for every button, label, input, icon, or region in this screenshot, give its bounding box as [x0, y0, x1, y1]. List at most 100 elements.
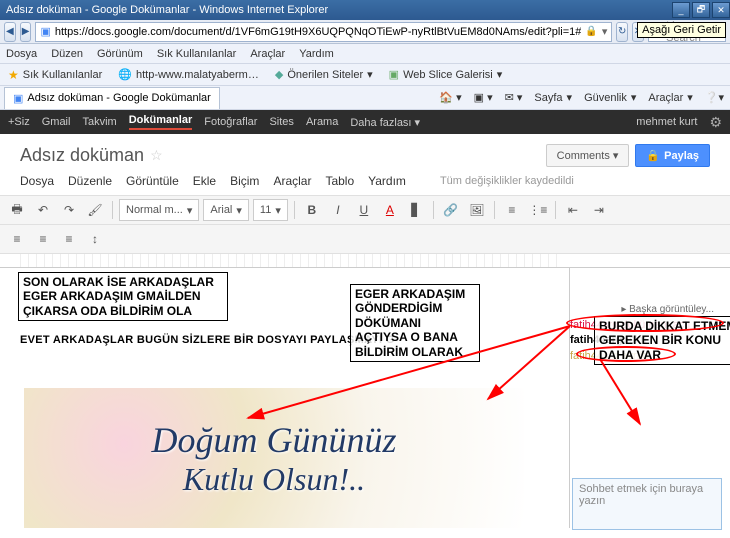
align-right-button[interactable]: ≡	[58, 228, 80, 250]
document-canvas[interactable]: EVET ARKADAŞLAR BUGÜN SİZLERE BİR DOSYAY…	[0, 268, 570, 528]
ie-menu-view[interactable]: Görünüm	[97, 48, 143, 60]
underline-button[interactable]: U	[353, 199, 375, 221]
share-button[interactable]: 🔒Paylaş	[635, 144, 710, 167]
gbar-plus[interactable]: +Siz	[8, 116, 30, 128]
ie-menu-favorites[interactable]: Sık Kullanılanlar	[157, 48, 237, 60]
redo-button[interactable]: ↷	[58, 199, 80, 221]
text-color-button[interactable]: A	[379, 199, 401, 221]
ie-menu-edit[interactable]: Düzen	[51, 48, 83, 60]
chat-input[interactable]: Sohbet etmek için buraya yazın	[572, 478, 722, 530]
formatting-toolbar-2: ≡ ≡ ≡ ↕	[0, 225, 730, 254]
restore-button[interactable]: 🗗	[692, 2, 710, 18]
style-select[interactable]: Normal m... ▾	[119, 199, 199, 221]
menu-view[interactable]: Görüntüle	[126, 174, 179, 188]
formatting-toolbar: 🖶 ↶ ↷ 🖌 Normal m... ▾ Arial ▾ 11 ▾ B I U…	[0, 195, 730, 225]
tools-menu[interactable]: Araçlar ▾	[642, 91, 698, 104]
link-button[interactable]: 🔗	[440, 199, 462, 221]
feeds-button[interactable]: ▣ ▾	[468, 91, 499, 104]
google-favicon: ▣	[40, 25, 50, 38]
menu-insert[interactable]: Ekle	[193, 174, 216, 188]
comments-button[interactable]: Comments ▾	[546, 144, 630, 167]
star-icon: ★	[8, 68, 19, 82]
image-button[interactable]: 🖼	[466, 199, 488, 221]
bold-button[interactable]: B	[301, 199, 323, 221]
align-left-button[interactable]: ≡	[6, 228, 28, 250]
gbar-more[interactable]: Daha fazlası ▾	[350, 116, 420, 129]
line-spacing-button[interactable]: ↕	[84, 228, 106, 250]
close-button[interactable]: ✕	[712, 2, 730, 18]
outdent-button[interactable]: ⇤	[562, 199, 584, 221]
ie-menu-file[interactable]: Dosya	[6, 48, 37, 60]
fav-site-1[interactable]: 🌐http-www.malatyaberm…	[114, 66, 263, 83]
page-menu[interactable]: Sayfa ▾	[528, 91, 578, 104]
restore-tooltip: Aşağı Geri Getir	[637, 22, 726, 38]
tab-title: Adsız doküman - Google Dokümanlar	[27, 92, 210, 104]
annotation-box-2: EGER ARKADAŞIM GÖNDERDİGİM DÖKÜMANI AÇTI…	[350, 284, 480, 362]
menu-edit[interactable]: Düzenle	[68, 174, 112, 188]
star-outline-icon[interactable]: ☆	[150, 147, 163, 164]
window-title: Adsız doküman - Google Dokümanlar - Wind…	[6, 4, 328, 16]
doc-header: Adsız doküman ☆ Comments ▾ 🔒Paylaş	[0, 134, 730, 171]
site-icon: 🌐	[118, 68, 132, 81]
gbar-documents[interactable]: Dokümanlar	[129, 114, 193, 130]
dropdown-icon[interactable]: ▾	[602, 25, 608, 38]
annotation-ellipse-1	[566, 314, 724, 332]
browser-tab[interactable]: ▣ Adsız doküman - Google Dokümanlar	[4, 87, 220, 109]
highlight-button[interactable]: ▋	[405, 199, 427, 221]
paint-format-button[interactable]: 🖌	[84, 199, 106, 221]
favorites-button[interactable]: ★Sık Kullanılanlar	[4, 66, 106, 84]
print-button[interactable]: 🖶	[6, 199, 28, 221]
tab-strip: ▣ Adsız doküman - Google Dokümanlar 🏠 ▾ …	[0, 86, 730, 110]
web-slice-gallery[interactable]: ▣Web Slice Galerisi ▾	[385, 66, 507, 83]
gbar-calendar[interactable]: Takvim	[82, 116, 116, 128]
safety-menu[interactable]: Güvenlik ▾	[578, 91, 642, 104]
save-status: Tüm değişiklikler kaydedildi	[440, 175, 574, 187]
ie-menu-help[interactable]: Yardım	[299, 48, 334, 60]
art-line-1: Doğum Gününüz	[151, 419, 396, 461]
lock-icon: 🔒	[585, 26, 597, 37]
menu-format[interactable]: Biçim	[230, 174, 259, 188]
italic-button[interactable]: I	[327, 199, 349, 221]
doc-menu-bar: Dosya Düzenle Görüntüle Ekle Biçim Araçl…	[0, 171, 730, 191]
bullet-list-button[interactable]: ⋮≡	[527, 199, 549, 221]
art-line-2: Kutlu Olsun!..	[183, 461, 365, 498]
annotation-box-1: SON OLARAK İSE ARKADAŞLAR EGER ARKADAŞIM…	[18, 272, 228, 321]
suggested-icon: ◆	[275, 68, 283, 81]
ie-menu-tools[interactable]: Araçlar	[250, 48, 285, 60]
address-bar: ◀ ▶ ▣ https://docs.google.com/document/d…	[0, 20, 730, 44]
gbar-gmail[interactable]: Gmail	[42, 116, 71, 128]
align-center-button[interactable]: ≡	[32, 228, 54, 250]
menu-tools[interactable]: Araçlar	[273, 174, 311, 188]
menu-file[interactable]: Dosya	[20, 174, 54, 188]
gear-icon[interactable]: ⚙	[709, 114, 722, 131]
gbar-user[interactable]: mehmet kurt	[636, 116, 697, 128]
ruler[interactable]	[0, 254, 730, 268]
annotation-ellipse-2	[576, 346, 676, 362]
url-text: https://docs.google.com/document/d/1VF6m…	[55, 26, 582, 38]
url-field[interactable]: ▣ https://docs.google.com/document/d/1VF…	[35, 22, 612, 42]
body-text: EVET ARKADAŞLAR BUGÜN SİZLERE BİR DOSYAY…	[20, 334, 395, 346]
menu-help[interactable]: Yardım	[368, 174, 406, 188]
birthday-image: Doğum Gününüz Kutlu Olsun!..	[24, 388, 524, 528]
menu-table[interactable]: Tablo	[325, 174, 354, 188]
home-button[interactable]: 🏠 ▾	[433, 91, 467, 104]
help-button[interactable]: ❔▾	[699, 91, 730, 104]
font-select[interactable]: Arial ▾	[203, 199, 249, 221]
refresh-button[interactable]: ↻	[616, 22, 628, 42]
gbar-search[interactable]: Arama	[306, 116, 338, 128]
suggested-sites[interactable]: ◆Önerilen Siteler ▾	[271, 66, 377, 83]
back-button[interactable]: ◀	[4, 22, 16, 42]
mail-button[interactable]: ✉ ▾	[499, 91, 529, 104]
undo-button[interactable]: ↶	[32, 199, 54, 221]
indent-button[interactable]: ⇥	[588, 199, 610, 221]
forward-button[interactable]: ▶	[20, 22, 32, 42]
webslice-icon: ▣	[389, 68, 399, 81]
gbar-photos[interactable]: Fotoğraflar	[204, 116, 257, 128]
num-list-button[interactable]: ≡	[501, 199, 523, 221]
gbar-sites[interactable]: Sites	[269, 116, 293, 128]
size-select[interactable]: 11 ▾	[253, 199, 288, 221]
doc-title[interactable]: Adsız doküman	[20, 145, 144, 166]
docs-app: Adsız doküman ☆ Comments ▾ 🔒Paylaş Dosya…	[0, 134, 730, 538]
minimize-button[interactable]: _	[672, 2, 690, 18]
tab-favicon: ▣	[13, 92, 23, 105]
